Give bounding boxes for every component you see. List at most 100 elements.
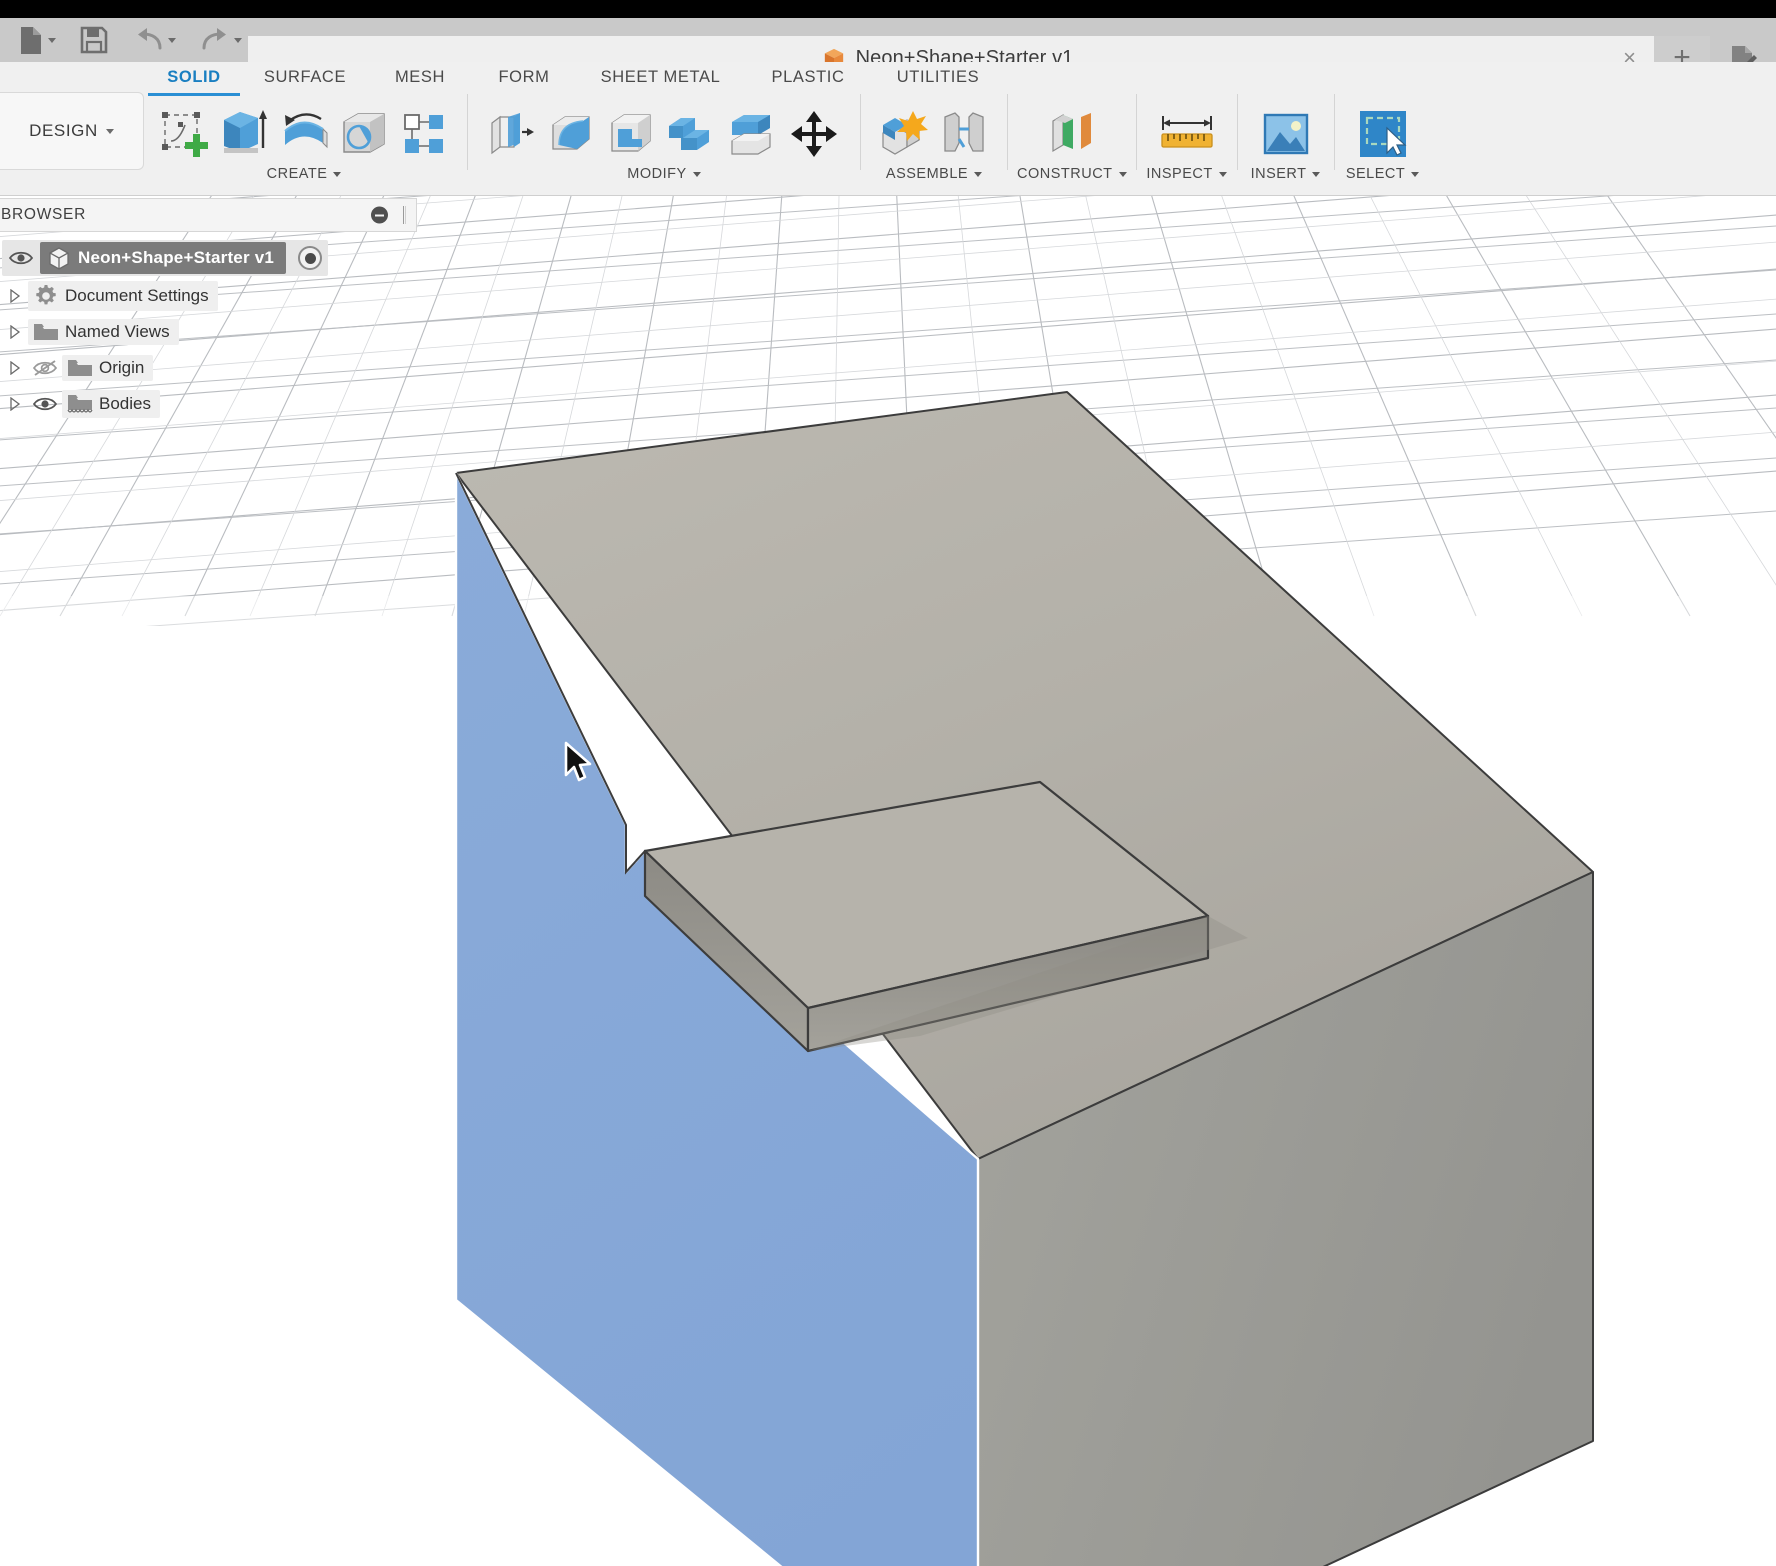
select-tool[interactable] [1350, 104, 1416, 164]
new-file-button[interactable] [14, 23, 60, 57]
ribbon-tab-sheet-metal[interactable]: SHEET METAL [578, 68, 743, 92]
ribbon-group-construct: CONSTRUCT [1017, 90, 1127, 194]
offset-plane-tool[interactable] [1039, 104, 1105, 164]
root-activate-radio[interactable] [298, 246, 323, 270]
expand-arrow-icon[interactable] [2, 289, 28, 303]
browser-collapse-button[interactable] [371, 206, 388, 224]
combine-tool[interactable] [663, 104, 719, 164]
browser-item-label: Named Views [65, 322, 170, 341]
divider [467, 94, 468, 170]
divider [1236, 94, 1238, 170]
save-button[interactable] [76, 23, 112, 57]
ribbon-tab-plastic[interactable]: PLASTIC [743, 68, 873, 92]
browser-item-label: Origin [99, 358, 145, 377]
save-icon [80, 26, 108, 54]
redo-icon [202, 28, 226, 50]
move-arrows-icon [791, 111, 837, 157]
ribbon-group-select: SELECT [1344, 90, 1422, 194]
extrude-tool[interactable] [216, 104, 272, 164]
ribbon-group-assemble: ASSEMBLE [870, 90, 998, 194]
create-group-label[interactable]: CREATE [267, 166, 342, 182]
ribbon: SOLID SURFACE MESH FORM SHEET METAL PLAS… [0, 62, 1776, 196]
expand-arrow-icon[interactable] [2, 397, 28, 411]
chevron-down-icon [48, 37, 56, 43]
ribbon-groups: CREATE MODIFY ASSEMBLE CONSTRUCT INSPECT… [150, 90, 1776, 196]
ribbon-tab-bar: SOLID SURFACE MESH FORM SHEET METAL PLAS… [148, 62, 1003, 96]
origin-visibility-toggle[interactable] [28, 359, 62, 377]
browser-item-bodies[interactable]: Bodies [0, 386, 417, 422]
chevron-down-icon [234, 37, 242, 43]
ribbon-group-insert: INSERT [1247, 90, 1325, 194]
root-visibility-toggle[interactable] [4, 250, 38, 266]
new-component-tool[interactable] [876, 104, 932, 164]
expand-arrow-icon[interactable] [2, 325, 28, 339]
select-icon [1359, 111, 1407, 157]
chevron-down-icon [1118, 171, 1127, 177]
revolve-icon [284, 113, 328, 149]
window-top-bar [0, 0, 1776, 18]
revolve-tool[interactable] [276, 104, 332, 164]
create-sketch-tool[interactable] [156, 104, 212, 164]
component-icon [45, 246, 73, 270]
undo-button[interactable] [130, 23, 180, 57]
divider [860, 94, 861, 170]
fillet-icon [552, 116, 590, 150]
expand-arrow-icon[interactable] [2, 361, 28, 375]
press-pull-icon [491, 113, 534, 155]
split-face-tool[interactable] [723, 104, 779, 164]
chevron-down-icon [333, 171, 342, 177]
select-group-label[interactable]: SELECT [1346, 166, 1420, 182]
bodies-folder-icon [66, 393, 94, 415]
ribbon-tab-mesh[interactable]: MESH [370, 68, 470, 92]
shell-tool[interactable] [603, 104, 659, 164]
create-sketch-icon [162, 112, 208, 157]
press-pull-tool[interactable] [483, 104, 539, 164]
fillet-tool[interactable] [543, 104, 599, 164]
bodies-visibility-toggle[interactable] [28, 395, 62, 413]
chevron-down-icon [692, 171, 701, 177]
measure-tool[interactable] [1152, 104, 1222, 164]
joint-tool[interactable] [936, 104, 992, 164]
browser-resize-handle[interactable] [403, 206, 406, 224]
pattern-tool[interactable] [396, 104, 452, 164]
redo-button[interactable] [196, 23, 246, 57]
ribbon-group-modify: MODIFY [477, 90, 851, 194]
browser-title: BROWSER [1, 206, 86, 223]
ribbon-group-create: CREATE [150, 90, 458, 194]
browser-panel: BROWSER Neon+Shape+Starter v1 Document S… [0, 198, 417, 422]
pattern-icon [404, 114, 443, 153]
insert-group-label[interactable]: INSERT [1251, 166, 1321, 182]
chevron-down-icon [1218, 171, 1227, 177]
modify-group-label[interactable]: MODIFY [627, 166, 701, 182]
measure-icon [1160, 116, 1213, 148]
browser-item-named-views[interactable]: Named Views [0, 314, 417, 350]
browser-item-document-settings[interactable]: Document Settings [0, 278, 417, 314]
workspace-switcher[interactable]: DESIGN [0, 92, 144, 170]
inspect-group-label[interactable]: INSPECT [1146, 166, 1227, 182]
ribbon-tab-solid[interactable]: SOLID [148, 68, 240, 96]
ribbon-tab-form[interactable]: FORM [470, 68, 578, 92]
extrude-icon [224, 110, 267, 153]
split-face-icon [731, 115, 771, 155]
eye-icon [32, 397, 58, 411]
browser-header: BROWSER [0, 198, 417, 232]
assemble-group-label[interactable]: ASSEMBLE [886, 166, 983, 182]
browser-root-row[interactable]: Neon+Shape+Starter v1 [0, 238, 417, 278]
eye-icon [9, 251, 33, 265]
combine-icon [669, 118, 709, 150]
move-copy-tool[interactable] [783, 104, 845, 164]
file-icon [21, 27, 41, 54]
insert-image-tool[interactable] [1253, 104, 1319, 164]
chevron-down-icon [168, 37, 176, 43]
divider [1333, 94, 1335, 170]
ribbon-tab-surface[interactable]: SURFACE [240, 68, 370, 92]
chevron-down-icon [105, 128, 114, 134]
construct-group-label[interactable]: CONSTRUCT [1017, 166, 1127, 182]
sweep-tool[interactable] [336, 104, 392, 164]
browser-tree: Neon+Shape+Starter v1 Document Settings … [0, 232, 417, 422]
sweep-icon [343, 113, 385, 153]
ribbon-tab-utilities[interactable]: UTILITIES [873, 68, 1003, 92]
undo-icon [138, 28, 162, 50]
root-component-item[interactable]: Neon+Shape+Starter v1 [40, 242, 287, 274]
browser-item-origin[interactable]: Origin [0, 350, 417, 386]
